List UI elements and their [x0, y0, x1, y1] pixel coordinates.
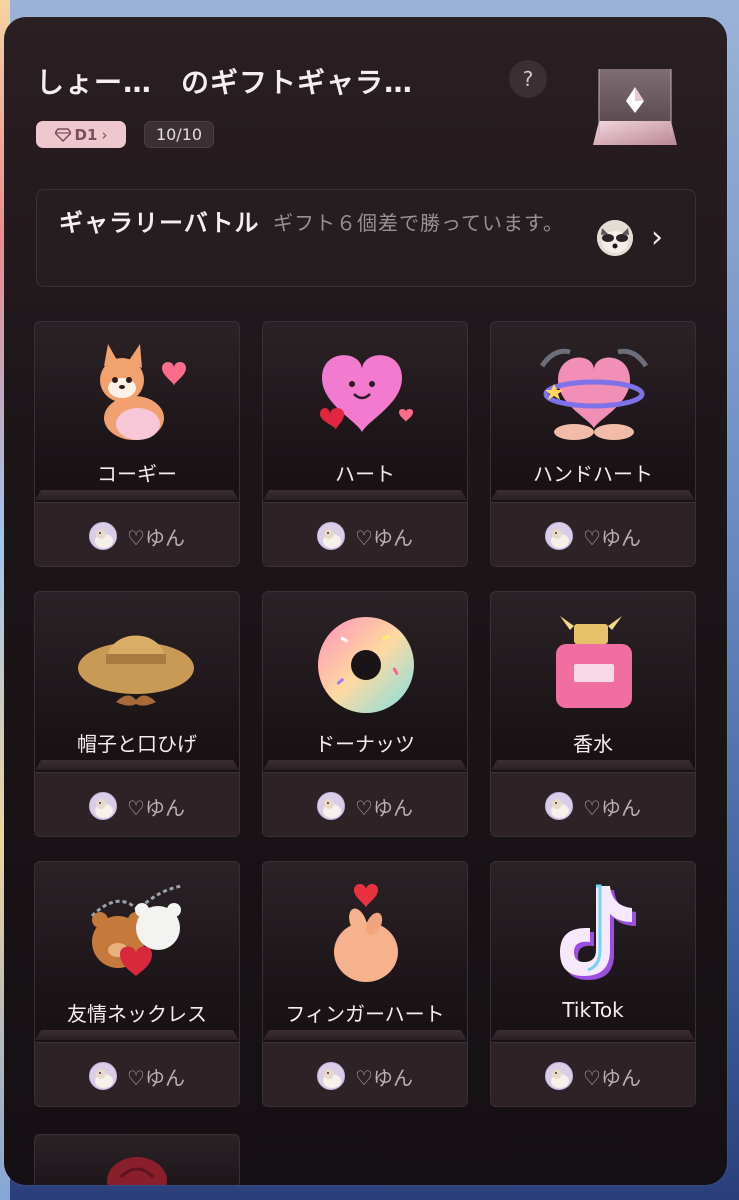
- hand-heart-icon: [539, 348, 649, 440]
- gift-sender: ♡ゆん: [491, 1042, 695, 1106]
- donut-icon: [318, 617, 414, 713]
- gift-name: ハート: [335, 462, 395, 486]
- gift-sender: ♡ゆん: [263, 502, 467, 566]
- sender-name: ♡ゆん: [127, 1065, 185, 1090]
- gift-gallery-panel: しょー… のギフトギャラ… ? D1 › 10/10 ギャラリーバトル ギフト６…: [4, 17, 727, 1185]
- gift-sender: ♡ゆん: [263, 772, 467, 836]
- gift-name: 香水: [573, 732, 613, 756]
- gift-name: コーギー: [97, 462, 177, 486]
- card-floor: [263, 490, 467, 500]
- sender-name: ♡ゆん: [355, 525, 413, 550]
- card-floor: [35, 490, 239, 500]
- card-floor: [263, 1030, 467, 1040]
- gallery-battle-status: ギフト６個差で勝っています。: [273, 211, 564, 235]
- avatar: [89, 792, 118, 820]
- gift-name: ドーナッツ: [315, 732, 415, 756]
- gift-card[interactable]: 香水 ♡ゆん: [490, 591, 696, 837]
- gift-card[interactable]: ハート ♡ゆん: [262, 321, 468, 567]
- level-badge-label: D1: [74, 125, 98, 144]
- card-floor: [491, 490, 695, 500]
- gift-card[interactable]: ハンドハート ♡ゆん: [490, 321, 696, 567]
- gift-card[interactable]: TikTok ♡ゆん: [490, 861, 696, 1107]
- avatar: [545, 792, 574, 820]
- gift-count-badge: 10/10: [144, 121, 214, 148]
- sender-name: ♡ゆん: [583, 1065, 641, 1090]
- friendship-necklace-icon: [90, 884, 183, 976]
- gift-sender: ♡ゆん: [35, 502, 239, 566]
- avatar: [317, 792, 346, 820]
- finger-heart-icon: [334, 884, 398, 982]
- chevron-right-icon: ›: [101, 125, 108, 144]
- gallery-cube-icon: [593, 69, 677, 145]
- gift-card-partial[interactable]: [34, 1134, 240, 1185]
- rose-icon: [107, 1157, 167, 1185]
- gift-sender: ♡ゆん: [35, 1042, 239, 1106]
- gift-name: 友情ネックレス: [67, 1002, 207, 1026]
- gift-card[interactable]: 友情ネックレス ♡ゆん: [34, 861, 240, 1107]
- gallery-battle-banner[interactable]: ギャラリーバトル ギフト６個差で勝っています。 ›: [36, 189, 696, 287]
- corgi-icon: [100, 344, 186, 440]
- gallery-battle-title: ギャラリーバトル: [59, 209, 260, 237]
- opponent-avatar: [597, 220, 633, 256]
- gift-name: ハンドハート: [533, 462, 653, 486]
- level-badge[interactable]: D1 ›: [36, 121, 126, 148]
- tiktok-icon: [560, 884, 636, 980]
- avatar: [317, 1062, 346, 1090]
- sender-name: ♡ゆん: [583, 795, 641, 820]
- diamond-icon: [54, 127, 71, 142]
- gallery-title: しょー… のギフトギャラ…: [36, 66, 414, 99]
- gift-card[interactable]: コーギー ♡ゆん: [34, 321, 240, 567]
- gift-card[interactable]: 帽子と口ひげ ♡ゆん: [34, 591, 240, 837]
- gift-name: TikTok: [562, 998, 624, 1022]
- perfume-icon: [556, 616, 632, 708]
- heart-icon: [320, 355, 413, 432]
- card-floor: [35, 760, 239, 770]
- sender-name: ♡ゆん: [127, 525, 185, 550]
- gift-sender: ♡ゆん: [491, 772, 695, 836]
- avatar: [545, 522, 574, 550]
- gift-sender: ♡ゆん: [491, 502, 695, 566]
- gift-card[interactable]: ドーナッツ ♡ゆん: [262, 591, 468, 837]
- card-floor: [491, 1030, 695, 1040]
- gift-name: フィンガーハート: [285, 1002, 445, 1026]
- avatar: [89, 1062, 118, 1090]
- hat-mustache-icon: [78, 635, 194, 706]
- avatar: [89, 522, 118, 550]
- gift-grid: コーギー ♡ゆん ハート ♡ゆん ハンドハート ♡ゆん 帽子と口ひげ ♡ゆん ド…: [34, 321, 700, 1107]
- gift-sender: ♡ゆん: [35, 772, 239, 836]
- card-floor: [35, 1030, 239, 1040]
- avatar: [317, 522, 346, 550]
- sender-name: ♡ゆん: [355, 795, 413, 820]
- sender-name: ♡ゆん: [583, 525, 641, 550]
- question-icon[interactable]: ?: [509, 60, 547, 98]
- sender-name: ♡ゆん: [127, 795, 185, 820]
- sender-name: ♡ゆん: [355, 1065, 413, 1090]
- gift-card[interactable]: フィンガーハート ♡ゆん: [262, 861, 468, 1107]
- card-floor: [491, 760, 695, 770]
- card-floor: [263, 760, 467, 770]
- avatar: [545, 1062, 574, 1090]
- gift-sender: ♡ゆん: [263, 1042, 467, 1106]
- chevron-right-icon: ›: [651, 220, 663, 255]
- gift-name: 帽子と口ひげ: [77, 732, 197, 756]
